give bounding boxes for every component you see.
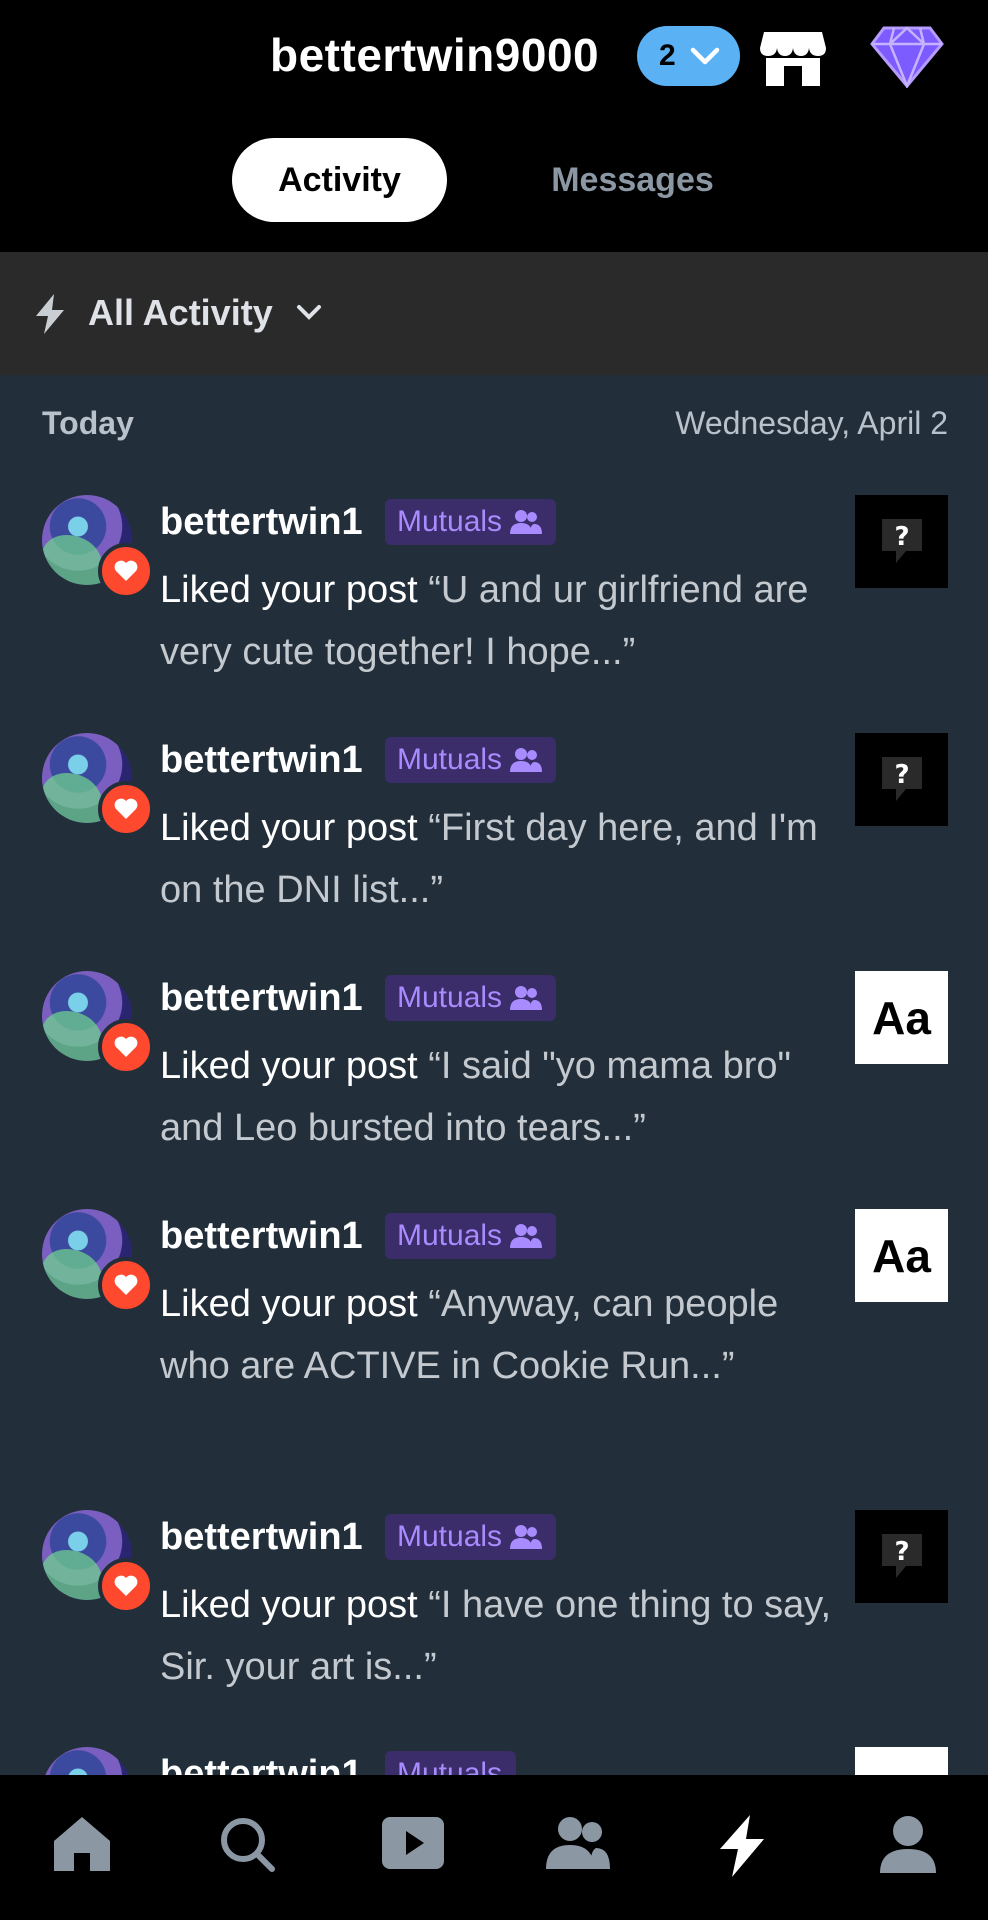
- mutuals-badge: Mutuals: [385, 975, 557, 1021]
- activity-item[interactable]: bettertwin1 Mutuals Liked your post “U a…: [0, 495, 988, 695]
- mutuals-badge: Mutuals: [385, 737, 557, 783]
- activity-item[interactable]: bettertwin1 Mutuals Liked your post “Fir…: [0, 733, 988, 933]
- svg-text:?: ?: [894, 522, 909, 552]
- search-icon[interactable]: [218, 1815, 276, 1873]
- activity-lead: Liked your post: [160, 807, 429, 849]
- blog-name[interactable]: bettertwin9000: [270, 28, 599, 82]
- mutuals-icon: [510, 1224, 543, 1248]
- activity-filter-bar[interactable]: All Activity: [0, 252, 988, 376]
- post-thumbnail[interactable]: ?: [855, 733, 948, 826]
- mutuals-icon: [510, 1525, 543, 1549]
- bottom-navigation: [0, 1775, 988, 1920]
- date-label: Wednesday, April 2: [675, 405, 948, 441]
- post-thumbnail[interactable]: ?: [855, 1510, 948, 1603]
- heart-icon: [98, 781, 154, 837]
- mutuals-badge: Mutuals: [385, 1751, 517, 1775]
- post-thumbnail[interactable]: [855, 1747, 948, 1775]
- activity-text[interactable]: Liked your post “First day here, and I'm…: [160, 797, 840, 921]
- avatar[interactable]: [42, 1747, 132, 1775]
- activity-item[interactable]: bettertwin1 Mutuals Liked your post “Any…: [0, 1209, 988, 1409]
- mutuals-label: Mutuals: [397, 1757, 503, 1775]
- gem-icon[interactable]: [870, 24, 944, 93]
- activity-lead: Liked your post: [160, 1584, 429, 1626]
- activity-text[interactable]: Liked your post “U and ur girlfriend are…: [160, 559, 840, 683]
- activity-text[interactable]: Liked your post “Anyway, can people who …: [160, 1273, 840, 1397]
- username[interactable]: bettertwin1: [160, 1753, 363, 1775]
- activity-text[interactable]: Liked your post “I said "yo mama bro" an…: [160, 1035, 840, 1159]
- day-label: Today: [42, 405, 134, 441]
- ask-icon: ?: [881, 756, 922, 801]
- tab-messages[interactable]: Messages: [530, 138, 735, 222]
- heart-icon: [98, 1558, 154, 1614]
- mutuals-icon: [510, 986, 543, 1010]
- activity-lead: Liked your post: [160, 1045, 429, 1087]
- heart-icon: [98, 543, 154, 599]
- top-header: bettertwin9000 2 Activity Messages: [0, 0, 988, 252]
- activity-lead: Liked your post: [160, 569, 429, 611]
- chevron-down-icon[interactable]: [296, 304, 322, 322]
- mutuals-label: Mutuals: [397, 981, 503, 1014]
- activity-icon[interactable]: [716, 1815, 768, 1877]
- filter-label[interactable]: All Activity: [88, 292, 273, 334]
- communities-icon[interactable]: [546, 1815, 610, 1871]
- mutuals-icon: [510, 510, 543, 534]
- activity-feed: Today Wednesday, April 2 bettertwin1 Mut…: [0, 375, 988, 1775]
- activity-item[interactable]: bettertwin1 Mutuals Liked your post “I s…: [0, 971, 988, 1171]
- post-thumbnail[interactable]: Aa: [855, 971, 948, 1064]
- home-icon[interactable]: [52, 1815, 112, 1873]
- heart-icon: [98, 1257, 154, 1313]
- mutuals-label: Mutuals: [397, 505, 503, 538]
- svg-text:?: ?: [894, 760, 909, 790]
- account-icon[interactable]: [880, 1815, 936, 1873]
- mutuals-label: Mutuals: [397, 743, 503, 776]
- ask-icon: ?: [881, 518, 922, 563]
- post-thumbnail[interactable]: ?: [855, 495, 948, 588]
- ask-icon: ?: [881, 1533, 922, 1578]
- username[interactable]: bettertwin1: [160, 739, 363, 782]
- username[interactable]: bettertwin1: [160, 1516, 363, 1559]
- mutuals-label: Mutuals: [397, 1219, 503, 1252]
- tab-activity[interactable]: Activity: [232, 138, 447, 222]
- mutuals-badge: Mutuals: [385, 1213, 557, 1259]
- mutuals-label: Mutuals: [397, 1520, 503, 1553]
- mutuals-badge: Mutuals: [385, 499, 557, 545]
- video-icon[interactable]: [382, 1815, 444, 1871]
- chevron-down-icon: [690, 47, 719, 65]
- activity-lead: Liked your post: [160, 1283, 429, 1325]
- activity-item[interactable]: bettertwin1 Mutuals: [0, 1747, 988, 1775]
- mutuals-badge: Mutuals: [385, 1514, 557, 1560]
- shop-icon[interactable]: [760, 26, 826, 93]
- activity-text[interactable]: Liked your post “I have one thing to say…: [160, 1574, 840, 1698]
- badge-count: 2: [659, 39, 676, 72]
- username[interactable]: bettertwin1: [160, 501, 363, 544]
- blog-switcher-badge[interactable]: 2: [637, 26, 740, 86]
- heart-icon: [98, 1019, 154, 1075]
- username[interactable]: bettertwin1: [160, 1215, 363, 1258]
- post-thumbnail[interactable]: Aa: [855, 1209, 948, 1302]
- mutuals-icon: [510, 748, 543, 772]
- username[interactable]: bettertwin1: [160, 977, 363, 1020]
- svg-text:?: ?: [894, 1537, 909, 1567]
- bolt-icon: [36, 294, 64, 334]
- activity-item[interactable]: bettertwin1 Mutuals Liked your post “I h…: [0, 1510, 988, 1710]
